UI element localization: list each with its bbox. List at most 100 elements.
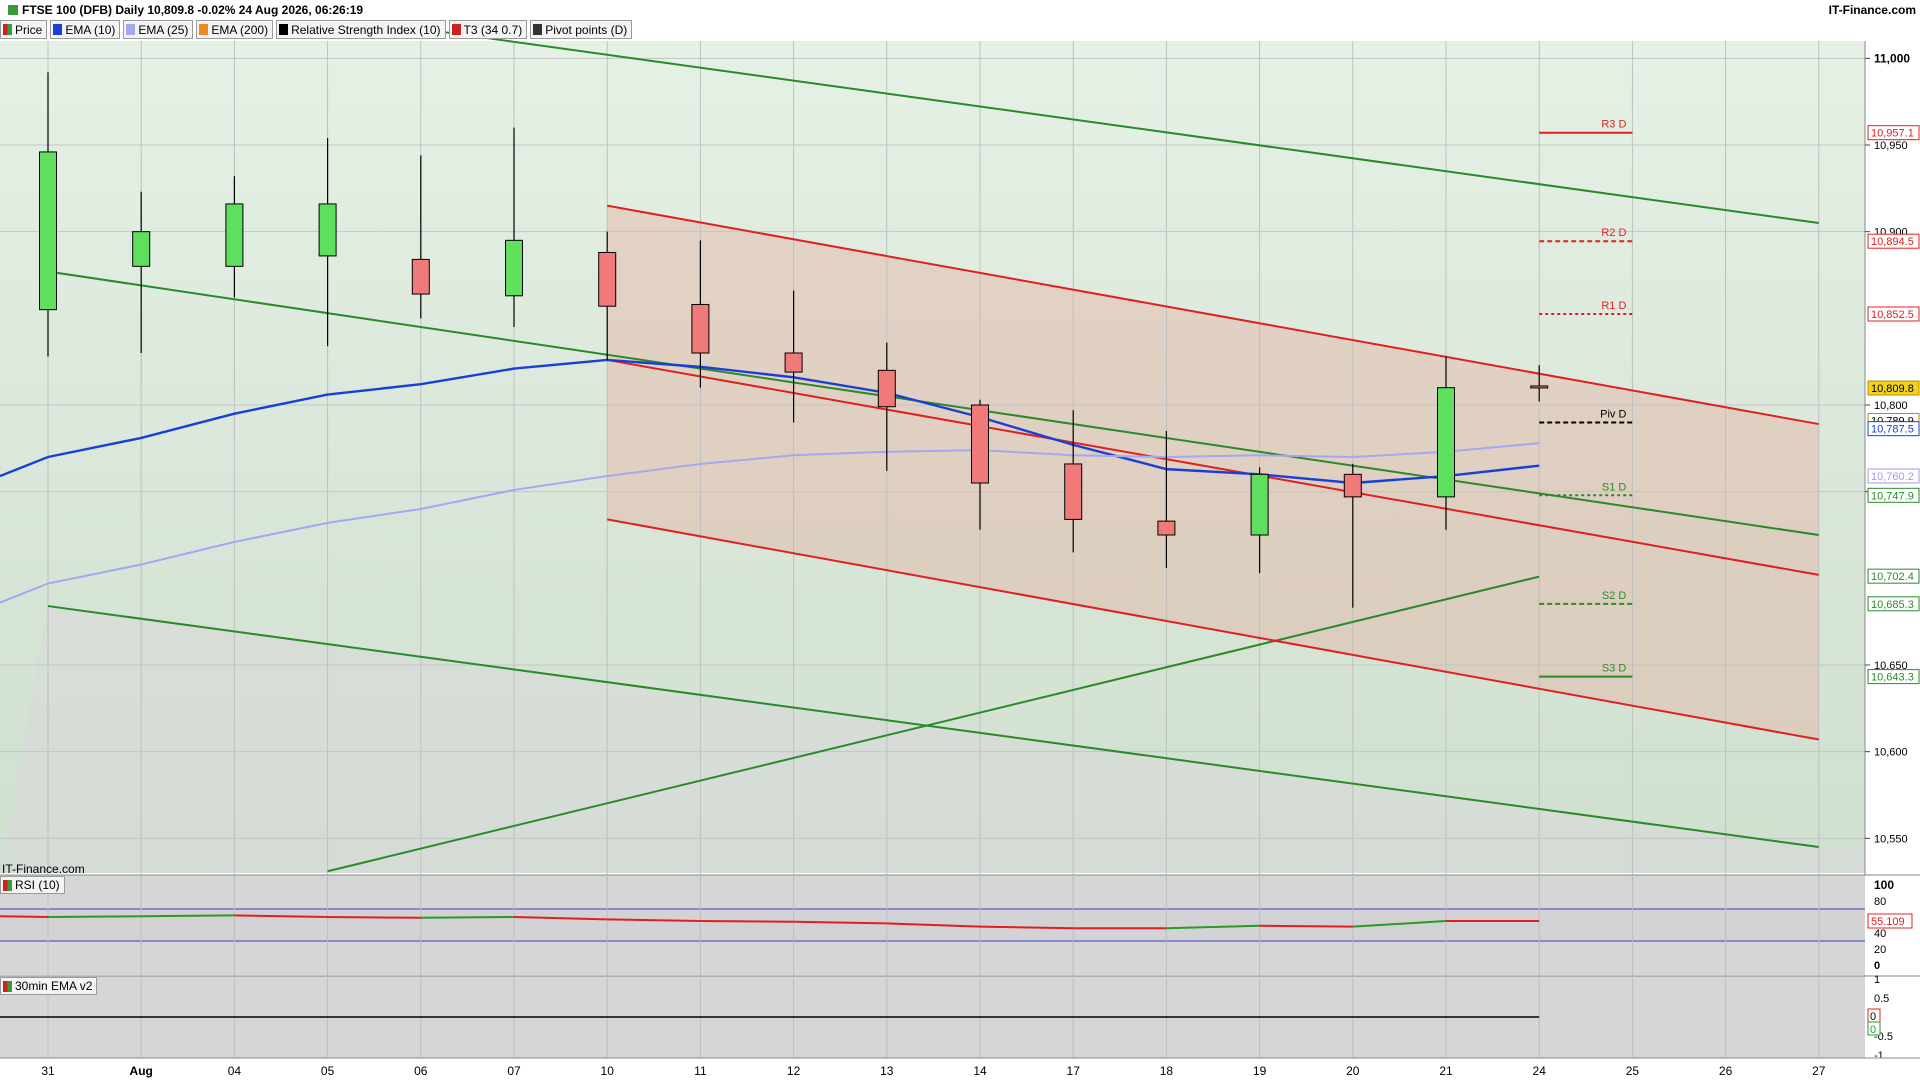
brand-label: IT-Finance.com [1828,3,1916,17]
x-tick-label: 18 [1160,1064,1174,1078]
pivot-label: S2 D [1602,590,1627,602]
legend-item-4[interactable]: Relative Strength Index (10) [276,20,446,39]
rsi-value-tag: 55.109 [1871,916,1905,928]
legend-swatch [533,24,543,35]
legend-item-2[interactable]: EMA (25) [123,20,194,39]
legend-item-0[interactable]: Price [0,20,48,39]
ema-value-tag: 0 [1870,1011,1876,1023]
pivot-label: S3 D [1602,663,1627,675]
ema-tick-label: 1 [1874,974,1880,986]
y-tick-label: 10,600 [1874,747,1908,759]
candle-down [598,251,617,307]
legend-label: Price [15,22,43,37]
rsi-segment [420,916,515,919]
legend-label: Relative Strength Index (10) [291,22,441,37]
y-tick-label: 10,950 [1874,140,1908,152]
rsi-tick-label: 100 [1874,878,1894,892]
pivot-label: R3 D [1601,119,1626,131]
rsi-pane-tag[interactable]: RSI (10) [0,876,65,894]
pivot-value-tag: 10,643.3 [1871,672,1914,684]
chart-window: R3 D R2 D R1 D Piv D S1 D S2 D S3 D 11,000 10,95… [0,0,1920,1080]
rsi-segment [1259,924,1353,928]
ema-tick-label: 0.5 [1874,993,1889,1005]
candle-down [411,258,430,295]
y-tick-label: 11,000 [1874,51,1910,65]
candle-down [691,303,710,354]
rsi-tick-label: 20 [1874,944,1886,956]
rsi-swatch [3,879,12,891]
legend-label: T3 (34 0.7) [463,22,523,37]
rsi-segment [700,920,794,923]
legend-swatch [199,24,209,35]
rsi-segment [0,915,49,918]
x-tick-label: 20 [1346,1064,1360,1078]
candle-up [225,203,244,267]
x-tick-label: 31 [41,1064,55,1078]
rsi-segment [47,915,142,918]
ema-value-tag: 0 [1870,1024,1876,1036]
x-tick-label: 19 [1253,1064,1267,1078]
x-tick-label: 27 [1812,1064,1826,1078]
legend-swatch [451,24,461,35]
indicator-legend: Price EMA (10) EMA (25) EMA (200) Relative S… [0,20,633,39]
candle-down [877,369,896,408]
x-tick-label: 05 [321,1064,335,1078]
legend-item-3[interactable]: EMA (200) [196,20,274,39]
price-icon [3,24,12,35]
price-tag: 10,702.4 [1871,571,1914,583]
x-tick-label: 14 [973,1064,987,1078]
candle-down [1064,463,1083,520]
rsi-tick-label: 0 [1874,960,1880,972]
ema-pane-tag[interactable]: 30min EMA v2 [0,977,98,995]
legend-swatch [126,24,136,35]
pivot-label: S1 D [1602,481,1627,493]
pivot-value-tag: 10,747.9 [1871,490,1914,502]
legend-label: EMA (25) [138,22,189,37]
y-tick-label: 10,550 [1874,833,1908,845]
x-tick-label: 26 [1719,1064,1733,1078]
x-tick-label: 12 [787,1064,801,1078]
candle-up [132,231,151,267]
x-tick-label: 06 [414,1064,428,1078]
chart-title: FTSE 100 (DFB) Daily 10,809.8 -0.02% 24 … [8,3,363,17]
price-tag: 10,760.2 [1871,471,1914,483]
y-tick-label: 10,800 [1874,400,1908,412]
x-tick-label: 21 [1439,1064,1453,1078]
legend-item-5[interactable]: T3 (34 0.7) [448,20,528,39]
title-icon [8,5,18,15]
ema-pane-label: 30min EMA v2 [15,979,93,993]
candle-up [1437,387,1455,498]
legend-item-1[interactable]: EMA (10) [50,20,121,39]
price-tag: 10,809.8 [1871,383,1914,395]
candle-down [784,352,803,373]
rsi-tick-label: 80 [1874,896,1886,908]
candle-up [318,203,337,257]
pivot-value-tag: 10,685.3 [1871,599,1914,611]
x-tick-label: 25 [1626,1064,1640,1078]
pivot-label: Piv D [1600,409,1626,421]
x-tick-label: 13 [880,1064,894,1078]
rsi-pane-label: RSI (10) [15,878,60,892]
x-tick-label: 17 [1067,1064,1081,1078]
legend-swatch [279,24,289,35]
pivot-value-tag: 10,894.5 [1871,236,1914,248]
legend-item-6[interactable]: Pivot points (D) [530,20,633,39]
x-tick-label: Aug [130,1064,153,1078]
legend-label: Pivot points (D) [545,22,628,37]
rsi-segment [141,914,235,918]
pivot-value-tag: 10,852.5 [1871,309,1914,321]
x-tick-label: 04 [228,1064,242,1078]
price-chart[interactable]: R3 D R2 D R1 D Piv D S1 D S2 D S3 D 11,000 10,95… [0,0,1920,1080]
candle-down [971,404,989,484]
legend-label: EMA (10) [65,22,116,37]
price-tag: 10,787.5 [1871,424,1914,436]
x-tick-label: 24 [1533,1064,1547,1078]
x-tick-label: 07 [507,1064,521,1078]
legend-label: EMA (200) [211,22,269,37]
x-tick-label: 10 [601,1064,615,1078]
candle-up [505,239,523,297]
candle-down [1343,473,1362,498]
pivot-label: R1 D [1601,300,1626,312]
pivot-label: R2 D [1601,227,1626,239]
rsi-segment [327,916,421,919]
